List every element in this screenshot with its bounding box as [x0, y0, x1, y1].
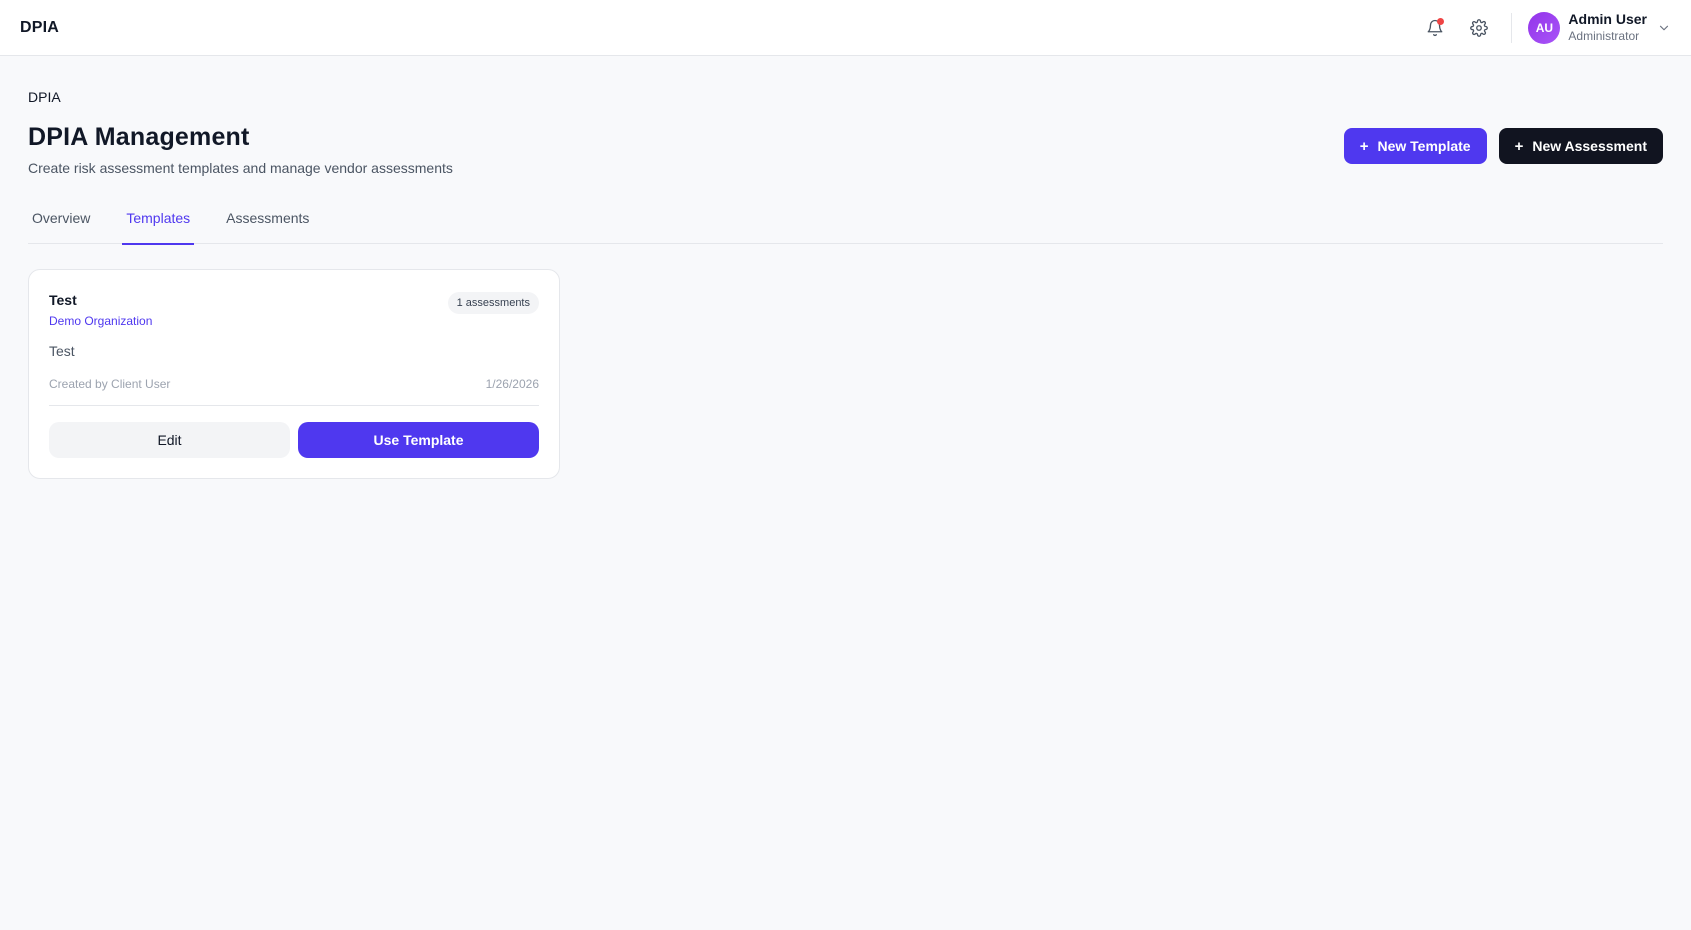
use-template-button[interactable]: Use Template	[298, 422, 539, 458]
new-assessment-button[interactable]: + New Assessment	[1498, 128, 1663, 164]
main-content: DPIA DPIA Management Create risk assessm…	[0, 89, 1691, 479]
page-actions: + New Template + New Assessment	[1343, 128, 1663, 164]
top-right-controls: AU Admin User Administrator	[1409, 0, 1671, 55]
settings-button[interactable]	[1461, 10, 1497, 46]
template-organization: Demo Organization	[49, 314, 153, 328]
user-name: Admin User	[1568, 11, 1647, 28]
notification-dot	[1437, 17, 1445, 25]
template-card-header: Test Demo Organization 1 assessments	[49, 292, 539, 328]
app-brand: DPIA	[20, 18, 60, 36]
template-created-by: Created by Client User	[49, 377, 171, 391]
tab-bar: Overview Templates Assessments	[28, 204, 1663, 245]
page-subtitle: Create risk assessment templates and man…	[28, 160, 453, 176]
plus-icon: +	[1359, 137, 1369, 155]
template-card-heading: Test Demo Organization	[49, 292, 152, 328]
tab-assessments[interactable]: Assessments	[222, 204, 313, 244]
page-header: DPIA Management Create risk assessment t…	[28, 123, 1663, 176]
template-card-actions: Edit Use Template	[49, 422, 539, 458]
breadcrumb: DPIA	[28, 89, 61, 105]
template-description: Test	[49, 343, 75, 359]
assessment-count-badge: 1 assessments	[447, 292, 539, 314]
tab-templates[interactable]: Templates	[122, 204, 194, 245]
template-date: 1/26/2026	[485, 377, 539, 391]
top-bar: DPIA AU Admin User Administrator	[0, 0, 1691, 56]
new-template-button[interactable]: + New Template	[1343, 128, 1487, 164]
gear-icon	[1470, 18, 1489, 37]
user-menu[interactable]: AU Admin User Administrator	[1528, 11, 1671, 44]
new-template-label: New Template	[1377, 138, 1471, 154]
edit-template-button[interactable]: Edit	[49, 422, 290, 458]
template-card: Test Demo Organization 1 assessments Tes…	[28, 269, 560, 479]
template-title: Test	[49, 292, 77, 308]
user-role: Administrator	[1568, 28, 1640, 43]
avatar: AU	[1528, 11, 1561, 44]
plus-icon: +	[1514, 137, 1524, 155]
page-title: DPIA Management	[28, 123, 250, 151]
tab-overview[interactable]: Overview	[28, 204, 94, 244]
chevron-down-icon	[1659, 25, 1669, 30]
template-meta: Created by Client User 1/26/2026	[49, 377, 539, 406]
header-divider	[1511, 12, 1513, 43]
user-info: Admin User Administrator	[1568, 11, 1647, 43]
new-assessment-label: New Assessment	[1532, 138, 1647, 154]
notifications-button[interactable]	[1417, 10, 1453, 46]
page-heading: DPIA Management Create risk assessment t…	[28, 123, 453, 176]
